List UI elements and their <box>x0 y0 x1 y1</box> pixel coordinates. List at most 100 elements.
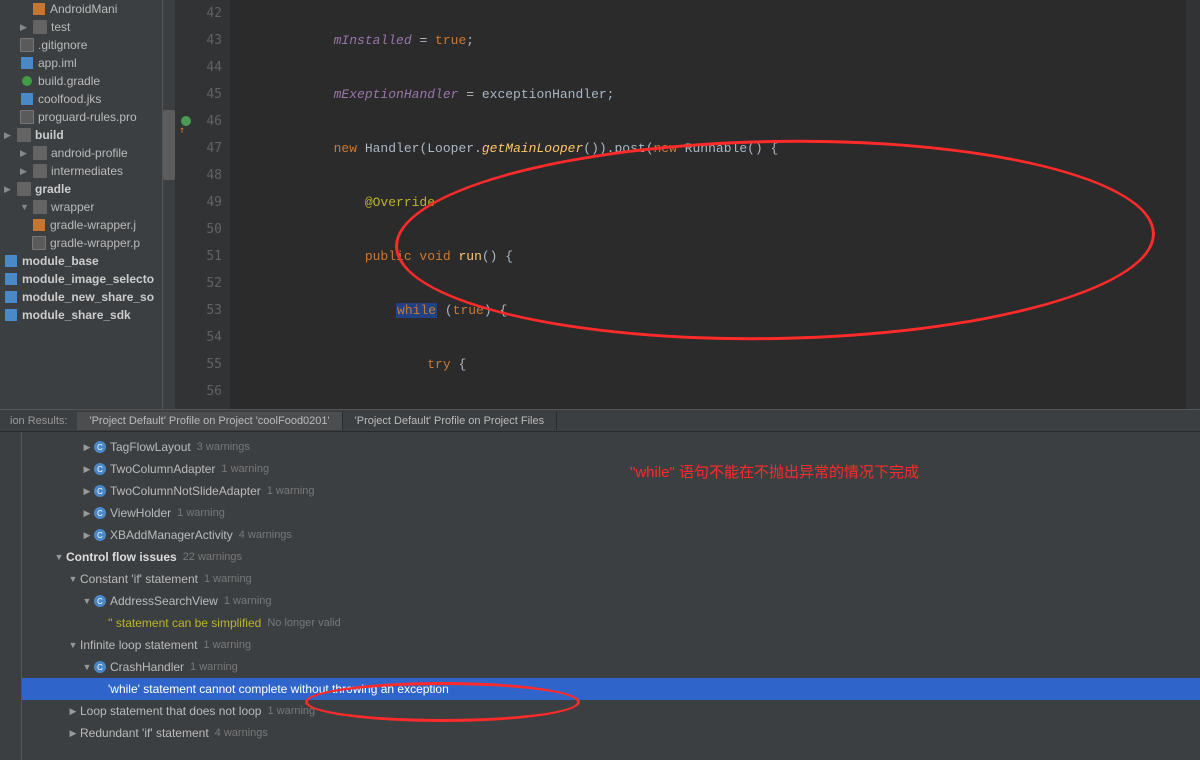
code-line[interactable]: mInstalled = true; <box>240 27 1186 54</box>
line-number: 56 <box>183 378 222 405</box>
class-icon: C <box>94 441 106 453</box>
sidebar-module-imagesel[interactable]: module_image_selecto <box>0 270 162 288</box>
code-line[interactable]: Looper.loop(); <box>240 405 1186 409</box>
module-icon <box>4 290 18 304</box>
tree-item-while-exception[interactable]: 'while' statement cannot complete withou… <box>22 678 1200 700</box>
tree-label: TwoColumnAdapter <box>110 462 215 476</box>
sidebar-file-gitignore[interactable]: .gitignore <box>0 36 162 54</box>
tree-item-tagflowlayout[interactable]: ▶CTagFlowLayout3 warnings <box>22 436 1200 458</box>
sidebar-label: gradle-wrapper.j <box>50 218 136 232</box>
sidebar-module-newshare[interactable]: module_new_share_so <box>0 288 162 306</box>
warning-count: 1 warning <box>203 639 251 651</box>
warning-count: 1 warning <box>190 661 238 673</box>
chevron-right-icon: ▶ <box>80 464 94 475</box>
line-number: 44 <box>183 54 222 81</box>
class-icon: C <box>94 507 106 519</box>
tree-message: 'while' statement cannot complete withou… <box>108 682 449 696</box>
chevron-right-icon: ▶ <box>20 22 30 33</box>
code-line[interactable]: public void run() { <box>240 243 1186 270</box>
sidebar-file-gradlewrapperprop[interactable]: gradle-wrapper.p <box>0 234 162 252</box>
sidebar-label: gradle-wrapper.p <box>50 236 140 250</box>
iml-icon <box>20 56 34 70</box>
chevron-down-icon: ▼ <box>20 202 30 212</box>
sidebar-scrollbar[interactable] <box>163 0 175 409</box>
chevron-right-icon: ▶ <box>4 130 14 141</box>
results-toolbar[interactable] <box>0 432 22 760</box>
code-line[interactable]: @Override <box>240 189 1186 216</box>
tree-item-twocolumnnotslide[interactable]: ▶CTwoColumnNotSlideAdapter1 warning <box>22 480 1200 502</box>
tree-item-simplified[interactable]: '' statement can be simplifiedNo longer … <box>22 612 1200 634</box>
warning-count: 1 warning <box>224 595 272 607</box>
line-number: 55 <box>183 351 222 378</box>
sidebar-label: gradle <box>35 182 71 196</box>
upper-split: AndroidMani ▶ test .gitignore app.iml bu… <box>0 0 1200 409</box>
tree-note: No longer valid <box>267 617 340 629</box>
code-line[interactable]: while (true) { <box>240 297 1186 324</box>
file-icon <box>32 236 46 250</box>
chevron-right-icon: ▶ <box>80 442 94 453</box>
chevron-right-icon: ▶ <box>80 486 94 497</box>
tree-item-loopnotloop[interactable]: ▶Loop statement that does not loop1 warn… <box>22 700 1200 722</box>
tree-item-redundantif[interactable]: ▶Redundant 'if' statement4 warnings <box>22 722 1200 744</box>
line-number: 48 <box>183 162 222 189</box>
inspection-tree[interactable]: ▶CTagFlowLayout3 warnings ▶CTwoColumnAda… <box>22 432 1200 760</box>
class-icon: C <box>94 485 106 497</box>
sidebar-folder-wrapper[interactable]: ▼ wrapper <box>0 198 162 216</box>
sidebar-file-gradlewrapperjar[interactable]: gradle-wrapper.j <box>0 216 162 234</box>
sidebar-label: android-profile <box>51 146 128 160</box>
chevron-right-icon: ▶ <box>4 184 14 195</box>
sidebar-file-coolfoodjks[interactable]: coolfood.jks <box>0 90 162 108</box>
sidebar-label: build.gradle <box>38 74 100 88</box>
folder-icon <box>33 164 47 178</box>
tree-item-twocolumnadapter[interactable]: ▶CTwoColumnAdapter1 warning <box>22 458 1200 480</box>
sidebar-file-androidmanifest[interactable]: AndroidMani <box>0 0 162 18</box>
tree-label: Loop statement that does not loop <box>80 704 261 718</box>
tree-item-constantif[interactable]: ▼Constant 'if' statement1 warning <box>22 568 1200 590</box>
tree-label: Constant 'if' statement <box>80 572 198 586</box>
tree-item-addresssearchview[interactable]: ▼CAddressSearchView1 warning <box>22 590 1200 612</box>
tree-label: Redundant 'if' statement <box>80 726 209 740</box>
sidebar-file-proguard[interactable]: proguard-rules.pro <box>0 108 162 126</box>
class-icon: C <box>94 463 106 475</box>
sidebar-module-base[interactable]: module_base <box>0 252 162 270</box>
chevron-down-icon: ▼ <box>80 596 94 606</box>
chevron-right-icon: ▶ <box>20 166 30 177</box>
line-number: 45 <box>183 81 222 108</box>
tab-profile-project[interactable]: 'Project Default' Profile on Project 'co… <box>77 412 342 430</box>
tree-label: Infinite loop statement <box>80 638 197 652</box>
chevron-right-icon: ▶ <box>80 530 94 541</box>
sidebar-folder-test[interactable]: ▶ test <box>0 18 162 36</box>
tree-item-crashhandler[interactable]: ▼CCrashHandler1 warning <box>22 656 1200 678</box>
tree-item-infiniteloop[interactable]: ▼Infinite loop statement 1 warning <box>22 634 1200 656</box>
tab-profile-files[interactable]: 'Project Default' Profile on Project Fil… <box>343 412 557 430</box>
project-sidebar[interactable]: AndroidMani ▶ test .gitignore app.iml bu… <box>0 0 163 409</box>
sidebar-folder-androidprofile[interactable]: ▶ android-profile <box>0 144 162 162</box>
folder-icon <box>33 20 47 34</box>
sidebar-file-appiml[interactable]: app.iml <box>0 54 162 72</box>
code-editor[interactable]: mInstalled = true; mExeptionHandler = ex… <box>230 0 1186 409</box>
jar-icon <box>32 218 46 232</box>
sidebar-folder-gradle[interactable]: ▶ gradle <box>0 180 162 198</box>
chevron-right-icon: ▶ <box>80 508 94 519</box>
code-line[interactable]: try { <box>240 351 1186 378</box>
code-line[interactable]: mExeptionHandler = exceptionHandler; <box>240 81 1186 108</box>
code-line[interactable]: new Handler(Looper.getMainLooper()).post… <box>240 135 1186 162</box>
tree-item-viewholder[interactable]: ▶CViewHolder1 warning <box>22 502 1200 524</box>
sidebar-file-buildgradle[interactable]: build.gradle <box>0 72 162 90</box>
sidebar-label: wrapper <box>51 200 94 214</box>
sidebar-folder-build[interactable]: ▶ build <box>0 126 162 144</box>
module-icon <box>4 272 18 286</box>
tree-category-controlflow[interactable]: ▼Control flow issues22 warnings <box>22 546 1200 568</box>
chevron-down-icon: ▼ <box>66 640 80 650</box>
sidebar-label: intermediates <box>51 164 123 178</box>
line-number: 49 <box>183 189 222 216</box>
sidebar-folder-intermediates[interactable]: ▶ intermediates <box>0 162 162 180</box>
tree-item-xbaddmanager[interactable]: ▶CXBAddManagerActivity4 warnings <box>22 524 1200 546</box>
folder-icon <box>17 128 31 142</box>
results-tabs: ion Results: 'Project Default' Profile o… <box>0 410 1200 432</box>
line-number-gutter[interactable]: 42 43 44 45 ↑46 47 48 49 50 51 52 53 54 … <box>175 0 230 409</box>
sidebar-module-sharesdk[interactable]: module_share_sdk <box>0 306 162 324</box>
sidebar-label: module_new_share_so <box>22 290 154 304</box>
chevron-right-icon: ▶ <box>66 728 80 739</box>
sidebar-label: AndroidMani <box>50 2 117 16</box>
